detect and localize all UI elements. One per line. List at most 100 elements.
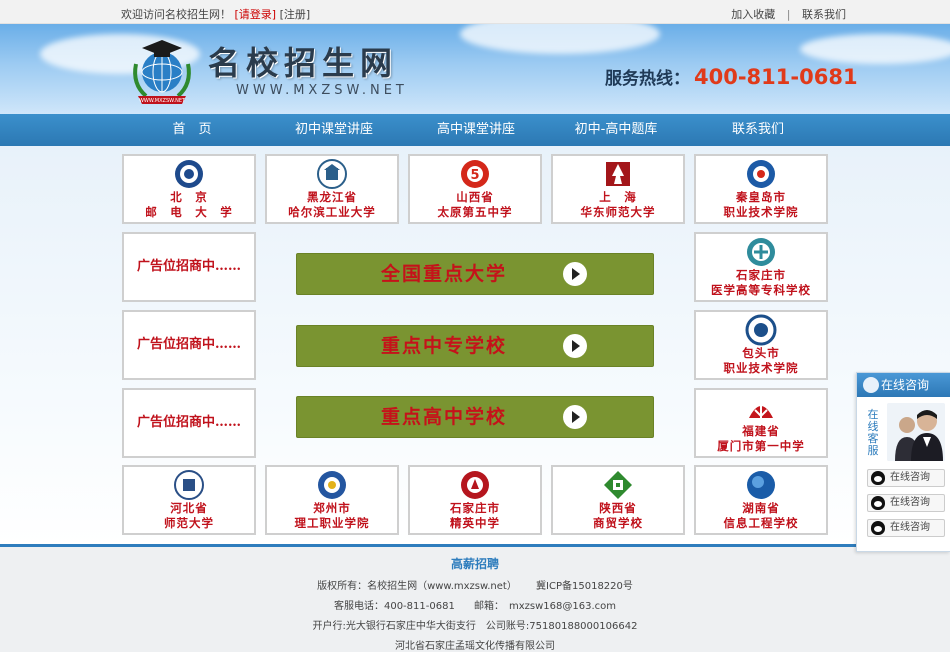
category-label: 重点中专学校 — [381, 335, 508, 357]
school-emblem-icon — [604, 471, 632, 499]
school-card[interactable]: 陕西省 商贸学校 — [551, 465, 685, 535]
consult-button-label: 在线咨询 — [890, 522, 930, 533]
play-icon — [563, 334, 587, 358]
consult-qq-button[interactable]: 在线咨询 — [867, 469, 945, 487]
school-name: 太原第五中学 — [437, 205, 513, 219]
school-name: 商贸学校 — [593, 516, 643, 530]
service-phone-text: 客服电话：400-811-0681 — [333, 601, 455, 612]
school-region: 包头市 — [742, 346, 780, 360]
school-emblem-icon — [461, 471, 489, 499]
consult-button-label: 在线咨询 — [890, 472, 930, 483]
school-region: 河北省 — [170, 501, 208, 515]
qq-icon — [871, 521, 885, 535]
school-emblem-icon — [747, 238, 775, 266]
school-card[interactable]: 上 海 华东师范大学 — [551, 154, 685, 224]
service-hotline: 服务热线： 400-811-0681 — [605, 64, 858, 89]
nav-senior-lectures[interactable]: 高中课堂讲座 — [406, 114, 546, 146]
consult-qq-button[interactable]: 在线咨询 — [867, 519, 945, 537]
register-link[interactable]: [注册] — [280, 8, 311, 21]
school-region: 秦皇岛市 — [736, 190, 786, 204]
school-card[interactable]: 黑龙江省 哈尔滨工业大学 — [265, 154, 399, 224]
school-region: 上 海 — [599, 190, 637, 204]
school-name: 厦门市第一中学 — [717, 439, 805, 453]
school-region: 湖南省 — [742, 501, 780, 515]
footer-line: 客服电话：400-811-0681 邮箱： mxzsw168@163.com — [0, 597, 950, 612]
school-emblem-icon — [747, 471, 775, 499]
recruit-link[interactable]: 高薪招聘 — [0, 555, 950, 572]
school-region: 石家庄市 — [450, 501, 500, 515]
hotline-label: 服务热线： — [605, 69, 690, 89]
customer-service-agents-icon — [887, 403, 945, 461]
nav-question-bank[interactable]: 初中-高中题库 — [546, 114, 686, 146]
play-icon — [563, 262, 587, 286]
ad-slot[interactable]: 广告位招商中…… — [122, 310, 256, 380]
welcome-text: 欢迎访问名校招生网！ — [121, 8, 231, 21]
school-name: 师范大学 — [164, 516, 214, 530]
school-emblem-icon — [749, 400, 773, 418]
school-region: 福建省 — [742, 424, 780, 438]
category-button-key-universities[interactable]: 全国重点大学 — [296, 253, 654, 295]
nav-contact[interactable]: 联系我们 — [688, 114, 828, 146]
site-logo-icon[interactable]: WWW.MXZSW.NET — [128, 34, 196, 108]
consult-header: 在线咨询 — [857, 373, 950, 397]
school-name: 精英中学 — [450, 516, 500, 530]
main-nav: 首 页 初中课堂讲座 高中课堂讲座 初中-高中题库 联系我们 — [0, 114, 950, 146]
school-region: 石家庄市 — [736, 268, 786, 282]
consult-qq-button[interactable]: 在线咨询 — [867, 494, 945, 512]
bank-text: 开户行:光大银行石家庄中华大街支行 公司账号:75180188000106642 — [312, 621, 638, 632]
qq-icon — [871, 471, 885, 485]
school-card[interactable]: 石家庄市 医学高等专科学校 — [694, 232, 828, 302]
school-name: 职业技术学院 — [723, 205, 799, 219]
school-emblem-icon — [175, 160, 203, 188]
school-region: 黑龙江省 — [307, 190, 357, 204]
school-card[interactable]: 石家庄市 精英中学 — [408, 465, 542, 535]
online-consult-panel: 在线咨询 在线客服 在线咨询 在线咨询 在线咨询 — [856, 372, 950, 552]
site-footer: 高薪招聘 版权所有：名校招生网（www.mxzsw.net） 冀ICP备1501… — [0, 544, 950, 652]
company-text: 河北省石家庄孟瑶文化传播有限公司 — [395, 641, 555, 652]
school-name: 职业技术学院 — [723, 361, 799, 375]
site-header: WWW.MXZSW.NET 名校招生网 WWW.MXZSW.NET 服务热线： 4… — [0, 24, 950, 114]
copyright-text: 版权所有：名校招生网（www.mxzsw.net） — [317, 581, 517, 592]
school-card[interactable]: 5 山西省 太原第五中学 — [408, 154, 542, 224]
category-label: 重点高中学校 — [381, 406, 508, 428]
school-name: 理工职业学院 — [294, 516, 370, 530]
school-card[interactable]: 包头市 职业技术学院 — [694, 310, 828, 380]
school-emblem-icon — [317, 159, 347, 189]
school-card[interactable]: 河北省 师范大学 — [122, 465, 256, 535]
school-card[interactable]: 北 京 邮 电 大 学 — [122, 154, 256, 224]
school-card[interactable]: 湖南省 信息工程学校 — [694, 465, 828, 535]
school-emblem-icon — [747, 160, 775, 188]
category-button-key-high-schools[interactable]: 重点高中学校 — [296, 396, 654, 438]
add-favorite-link[interactable]: 加入收藏 — [731, 8, 775, 21]
divider: | — [786, 8, 791, 21]
contact-link[interactable]: 联系我们 — [802, 8, 846, 21]
school-region: 陕西省 — [599, 501, 637, 515]
nav-junior-lectures[interactable]: 初中课堂讲座 — [264, 114, 404, 146]
school-emblem-icon — [318, 471, 346, 499]
school-card[interactable]: 秦皇岛市 职业技术学院 — [694, 154, 828, 224]
category-button-key-vocational[interactable]: 重点中专学校 — [296, 325, 654, 367]
consult-icon — [863, 377, 879, 393]
school-emblem-icon — [745, 314, 777, 346]
school-name: 华东师范大学 — [580, 205, 656, 219]
school-card[interactable]: 郑州市 理工职业学院 — [265, 465, 399, 535]
login-link[interactable]: [请登录] — [235, 8, 277, 21]
school-card[interactable]: 福建省 厦门市第一中学 — [694, 388, 828, 458]
ad-slot[interactable]: 广告位招商中…… — [122, 232, 256, 302]
email-text: 邮箱： mxzsw168@163.com — [474, 601, 617, 612]
cloud-decoration — [800, 34, 950, 64]
ad-slot[interactable]: 广告位招商中…… — [122, 388, 256, 458]
hotline-number: 400-811-0681 — [694, 65, 858, 89]
school-name: 邮 电 大 学 — [145, 205, 233, 219]
school-name: 哈尔滨工业大学 — [288, 205, 376, 219]
play-icon — [563, 405, 587, 429]
consult-title: 在线咨询 — [881, 378, 930, 392]
nav-home[interactable]: 首 页 — [122, 114, 262, 146]
site-url: WWW.MXZSW.NET — [236, 83, 408, 98]
school-name: 信息工程学校 — [723, 516, 799, 530]
school-region: 郑州市 — [313, 501, 351, 515]
consult-button-label: 在线咨询 — [890, 497, 930, 508]
category-label: 全国重点大学 — [381, 263, 508, 285]
svg-text:5: 5 — [470, 168, 479, 183]
top-bar: 欢迎访问名校招生网！ [请登录] [注册] 加入收藏 | 联系我们 — [0, 0, 950, 24]
